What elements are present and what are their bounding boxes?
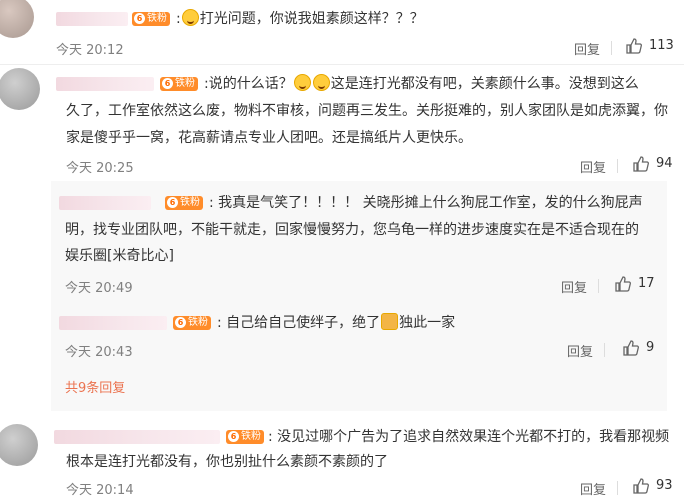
comment-time: 今天 20:25 bbox=[66, 161, 134, 176]
avatar[interactable] bbox=[0, 68, 40, 110]
fan-badge-icon: 6 bbox=[162, 78, 173, 89]
avatar[interactable] bbox=[0, 0, 34, 38]
reply-button[interactable]: 回复 bbox=[567, 341, 593, 360]
like-count: 113 bbox=[649, 38, 674, 53]
reply-text: : 我真是气笑了！！！！ 关晓彤摊上什么狗屁工作室，发的什么狗屁声 bbox=[209, 195, 643, 211]
like-count: 94 bbox=[656, 156, 673, 171]
thumbs-up-icon bbox=[623, 340, 639, 356]
reply-time: 今天 20:43 bbox=[65, 345, 133, 360]
reply-text-line: 明，找专业团队吧，不能干就走，回家慢慢努力，您乌龟一样的进步速度实在是不适合现在… bbox=[65, 222, 639, 238]
username-redacted[interactable] bbox=[59, 316, 167, 330]
comment-text: : 没见过哪个广告为了追求自然效果连个光都不打的，我看那视频 bbox=[268, 429, 670, 445]
thumbs-up-icon bbox=[615, 276, 631, 292]
username-redacted[interactable] bbox=[54, 430, 220, 444]
like-button[interactable]: 93 bbox=[632, 477, 680, 495]
thumbs-up-icon bbox=[633, 156, 649, 172]
emoji-icon bbox=[312, 74, 330, 91]
divider bbox=[611, 41, 612, 55]
fan-badge-icon: 6 bbox=[167, 197, 178, 208]
like-count: 93 bbox=[656, 478, 673, 493]
like-button[interactable]: 94 bbox=[632, 155, 680, 173]
divider bbox=[598, 279, 599, 293]
emoji-icon bbox=[293, 74, 311, 91]
like-count: 17 bbox=[638, 276, 655, 291]
divider bbox=[604, 343, 605, 357]
fan-badge: 6 铁粉 bbox=[173, 316, 211, 330]
reply-button[interactable]: 回复 bbox=[580, 157, 606, 176]
fan-badge-icon: 6 bbox=[134, 13, 145, 24]
reply-text: : 自己给自己使绊子，绝了 独此一家 bbox=[217, 313, 456, 331]
reply-time: 今天 20:49 bbox=[65, 281, 133, 296]
thumbs-up-emoji-icon bbox=[381, 313, 399, 330]
divider bbox=[0, 64, 684, 65]
reply-button[interactable]: 回复 bbox=[574, 39, 600, 58]
replies-panel: 6 铁粉 : 我真是气笑了！！！！ 关晓彤摊上什么狗屁工作室，发的什么狗屁声 明… bbox=[51, 181, 667, 411]
like-button[interactable]: 17 bbox=[614, 275, 659, 293]
comment-item: 6 铁粉 : 打光问题，你说我姐素颜这样？？？ 今天 20:12 回复 113 bbox=[0, 0, 684, 62]
fan-badge: 6 铁粉 bbox=[132, 12, 170, 26]
like-button[interactable]: 9 bbox=[622, 339, 662, 357]
comment-text: :说的什么话？ 这是连打光都没有吧，关素颜什么事。没想到这么 bbox=[204, 74, 639, 92]
comment-time: 今天 20:12 bbox=[56, 43, 124, 58]
like-count: 9 bbox=[646, 340, 655, 355]
reply-text-line: 娱乐圈[米奇比心] bbox=[65, 248, 174, 264]
reply-button[interactable]: 回复 bbox=[561, 277, 587, 296]
username-redacted[interactable] bbox=[56, 12, 128, 26]
comment-text-line: 根本是连打光都没有，你也别扯什么素颜不素颜的了 bbox=[66, 454, 388, 470]
comment-text-line: 家是傻乎乎一窝，花高薪请点专业人团吧。还是搞纸片人更快乐。 bbox=[66, 130, 472, 146]
comment-text-line: 久了，工作室依然这么废，物料不审核，问题再三发生。关彤挺难的，别人家团队是如虎添… bbox=[66, 103, 668, 119]
like-button[interactable]: 113 bbox=[625, 37, 680, 55]
emoji-icon bbox=[181, 9, 199, 26]
fan-badge-icon: 6 bbox=[175, 317, 186, 328]
thumbs-up-icon bbox=[633, 478, 649, 494]
thumbs-up-icon bbox=[626, 38, 642, 54]
more-replies-link[interactable]: 共9条回复 bbox=[65, 377, 125, 396]
divider bbox=[617, 159, 618, 173]
comment-time: 今天 20:14 bbox=[66, 483, 134, 498]
fan-badge: 6 铁粉 bbox=[226, 430, 264, 444]
fan-badge: 6 铁粉 bbox=[160, 77, 198, 91]
avatar[interactable] bbox=[0, 424, 38, 466]
comment-text: : 打光问题，你说我姐素颜这样？？？ bbox=[176, 9, 424, 27]
username-redacted[interactable] bbox=[56, 77, 154, 91]
comment-item: 6 铁粉 : 没见过哪个广告为了追求自然效果连个光都不打的，我看那视频 根本是连… bbox=[0, 414, 684, 500]
comment-item: 6 铁粉 :说的什么话？ 这是连打光都没有吧，关素颜什么事。没想到这么 久了，工作… bbox=[0, 66, 684, 180]
divider bbox=[617, 481, 618, 495]
fan-badge: 6 铁粉 bbox=[165, 196, 203, 210]
username-redacted[interactable] bbox=[59, 196, 151, 210]
reply-button[interactable]: 回复 bbox=[580, 479, 606, 498]
fan-badge-icon: 6 bbox=[228, 431, 239, 442]
